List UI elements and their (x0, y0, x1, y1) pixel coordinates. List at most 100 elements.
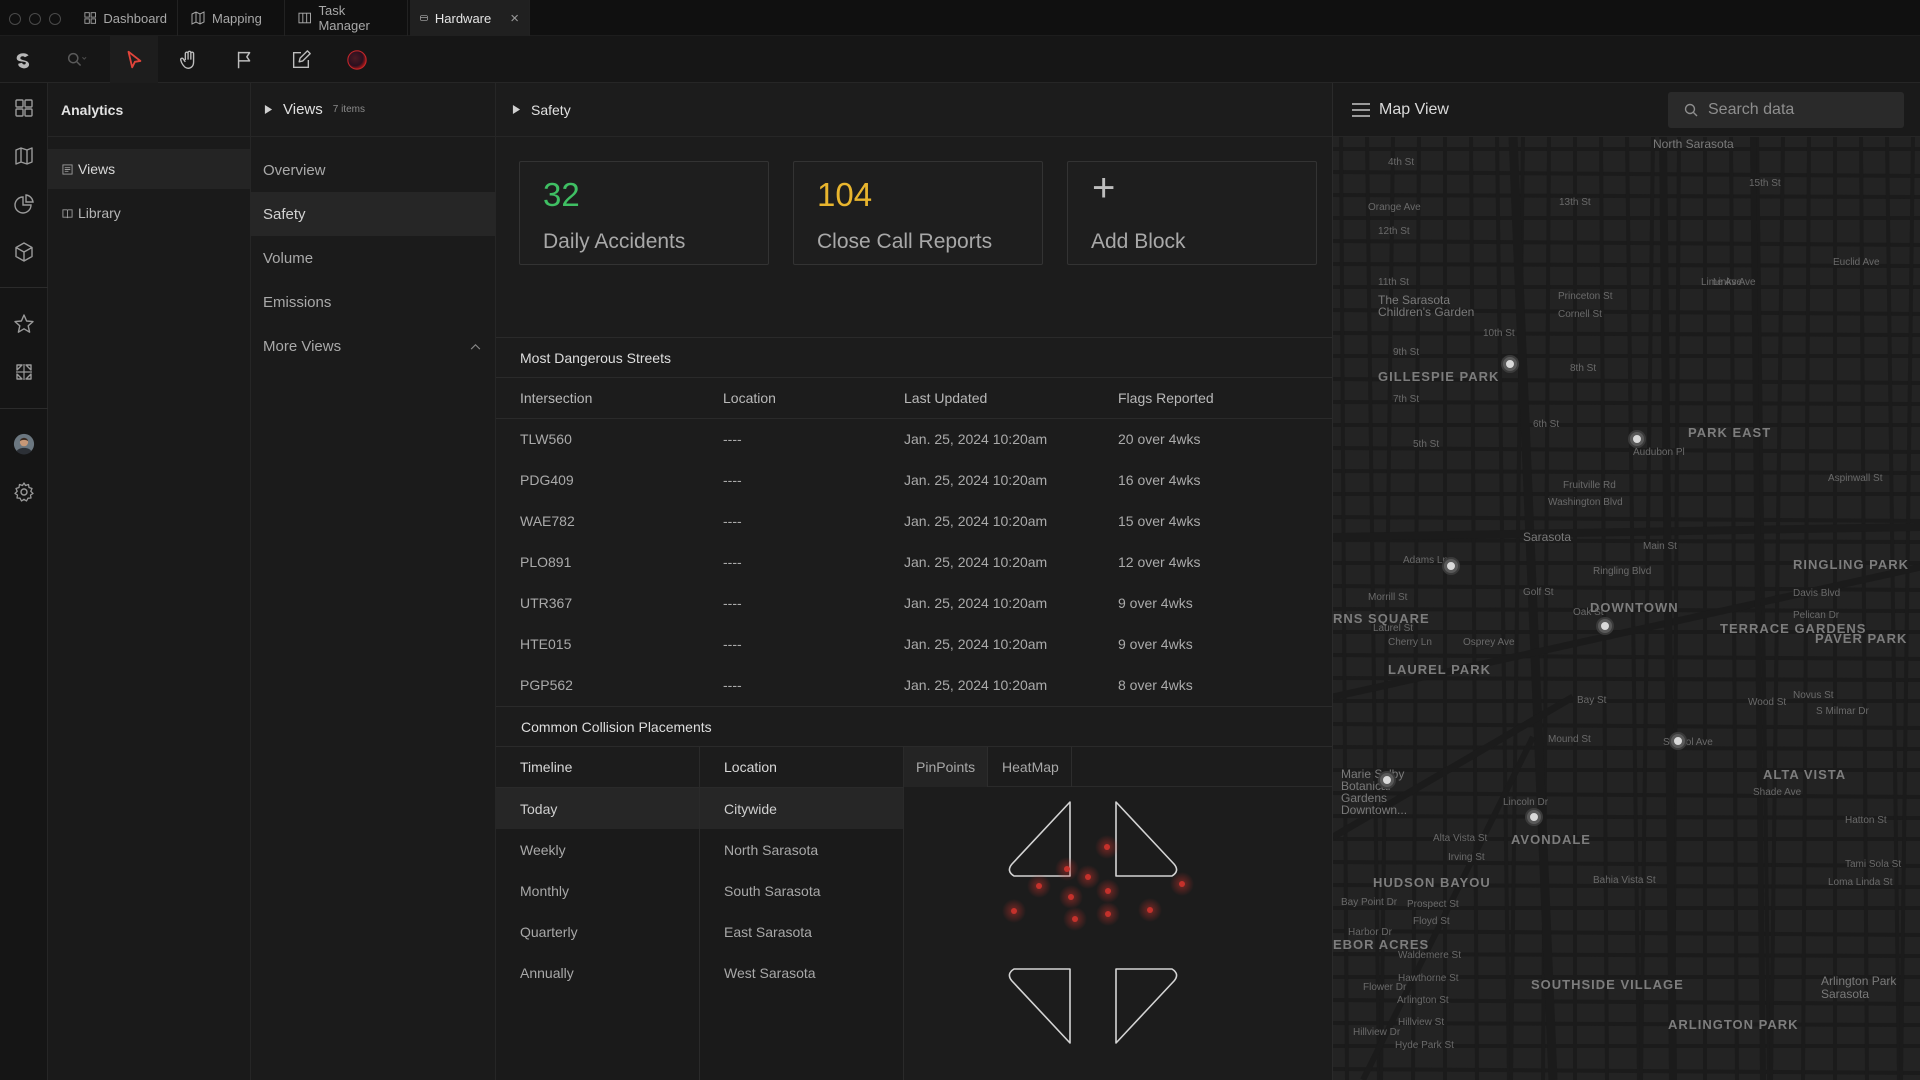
main-header[interactable]: Safety (496, 83, 1332, 137)
timeline-item[interactable]: Weekly (496, 829, 699, 870)
timeline-item[interactable]: Quarterly (496, 911, 699, 952)
rail-analytics[interactable] (0, 184, 48, 224)
caret-right-icon (512, 105, 521, 114)
window-maximize-control[interactable] (49, 13, 61, 25)
timeline-item[interactable]: Annually (496, 952, 699, 993)
analytics-item-views[interactable]: Views (48, 149, 250, 189)
map-icon (15, 147, 33, 165)
tab-mapping[interactable]: Mapping (181, 0, 285, 36)
menu-icon[interactable] (1352, 103, 1370, 117)
location-item[interactable]: East Sarasota (700, 911, 903, 952)
grid-icon (84, 12, 96, 24)
rail-map[interactable] (0, 136, 48, 176)
add-block-button[interactable]: + Add Block (1067, 161, 1317, 265)
mode-toggle: PinPoints HeatMap (904, 747, 1332, 787)
rail-dashboard[interactable] (0, 88, 48, 128)
table-row[interactable]: PDG409 ---- Jan. 25, 2024 10:20am 16 over 4… (496, 460, 1332, 501)
window-minimize-control[interactable] (29, 13, 41, 25)
more-views-toggle[interactable]: More Views (251, 324, 495, 368)
tab-dashboard[interactable]: Dashboard (74, 0, 178, 36)
window-close-control[interactable] (9, 13, 21, 25)
collision-hotspot[interactable] (1068, 894, 1074, 900)
cell-last-updated: Jan. 25, 2024 10:20am (904, 636, 1048, 652)
rail-settings[interactable] (0, 472, 48, 512)
table-row[interactable]: TLW560 ---- Jan. 25, 2024 10:20am 20 over 4… (496, 419, 1332, 460)
table-header: Intersection Location Last Updated Flags… (496, 378, 1332, 419)
table-row[interactable]: HTE015 ---- Jan. 25, 2024 10:20am 9 over 4w… (496, 624, 1332, 665)
stat-card-daily-accidents[interactable]: 32 Daily Accidents (519, 161, 769, 265)
column-header[interactable]: Flags Reported (1118, 390, 1214, 406)
mode-heatmap[interactable]: HeatMap (990, 747, 1072, 787)
views-header[interactable]: Views 7 items (251, 83, 495, 137)
location-item[interactable]: North Sarasota (700, 829, 903, 870)
rail-favorites[interactable] (0, 304, 48, 344)
section-title-text: Common Collision Placements (521, 718, 712, 735)
location-item[interactable]: South Sarasota (700, 870, 903, 911)
collision-hotspot[interactable] (1085, 874, 1091, 880)
map-pin[interactable] (1503, 357, 1517, 371)
search-input[interactable]: Search data (1668, 92, 1904, 128)
timeline-item[interactable]: Monthly (496, 870, 699, 911)
table-row[interactable]: UTR367 ---- Jan. 25, 2024 10:20am 9 over 4w… (496, 583, 1332, 624)
collision-hotspot[interactable] (1104, 844, 1110, 850)
location-label: North Sarasota (724, 841, 819, 858)
mode-pinpoints[interactable]: PinPoints (904, 747, 989, 787)
book-icon (62, 208, 73, 218)
pointer-tool[interactable] (110, 36, 158, 83)
analytics-item-library[interactable]: Library (48, 193, 250, 233)
search-icon (1684, 103, 1698, 117)
view-item-emissions[interactable]: Emissions (251, 280, 495, 324)
map-pin[interactable] (1444, 559, 1458, 573)
map-icon (191, 11, 205, 25)
close-tab-icon[interactable]: × (510, 10, 519, 27)
collision-hotspot[interactable] (1105, 911, 1111, 917)
collision-hotspot[interactable] (1147, 907, 1153, 913)
collision-hotspot[interactable] (1072, 916, 1078, 922)
map-title: Map View (1379, 101, 1449, 118)
add-block-label: Add Block (1091, 230, 1186, 253)
mode-label: HeatMap (1002, 759, 1059, 775)
app-window: Dashboard Mapping Task Manager Hardware … (0, 0, 1920, 1080)
collision-hotspot[interactable] (1179, 881, 1185, 887)
collision-hotspot[interactable] (1105, 888, 1111, 894)
map-pin[interactable] (1630, 432, 1644, 446)
grid-icon (15, 99, 33, 117)
tab-label: Dashboard (103, 10, 167, 26)
collision-hotspot[interactable] (1036, 883, 1042, 889)
collision-hotspot[interactable] (1064, 866, 1070, 872)
view-item-overview[interactable]: Overview (251, 148, 495, 192)
column-header[interactable]: Location (723, 390, 776, 406)
collision-hotspot[interactable] (1011, 908, 1017, 914)
stat-card-close-calls[interactable]: 104 Close Call Reports (793, 161, 1043, 265)
view-label: Overview (263, 161, 326, 179)
map-pin[interactable] (1527, 810, 1541, 824)
rail-layout[interactable] (0, 352, 48, 392)
column-header[interactable]: Last Updated (904, 390, 987, 406)
cell-intersection: PGP562 (520, 677, 573, 693)
star-icon (14, 314, 34, 333)
flag-tool[interactable] (221, 36, 269, 83)
avatar[interactable] (0, 424, 48, 464)
table-row[interactable]: WAE782 ---- Jan. 25, 2024 10:20am 15 over 4… (496, 501, 1332, 542)
table-row[interactable]: PGP562 ---- Jan. 25, 2024 10:20am 8 over 4w… (496, 665, 1332, 706)
location-item[interactable]: West Sarasota (700, 952, 903, 993)
tab-task-manager[interactable]: Task Manager (288, 0, 408, 36)
intersection-diagram (1002, 801, 1194, 1044)
map-pin[interactable] (1671, 734, 1685, 748)
map-pin[interactable] (1598, 619, 1612, 633)
view-item-volume[interactable]: Volume (251, 236, 495, 280)
record-tool[interactable] (333, 36, 381, 83)
timeline-item[interactable]: Today (496, 788, 699, 829)
timeline-header: Timeline (496, 747, 699, 788)
column-header[interactable]: Intersection (520, 390, 592, 406)
table-row[interactable]: PLO891 ---- Jan. 25, 2024 10:20am 12 over 4… (496, 542, 1332, 583)
zoom-tool[interactable] (56, 36, 96, 83)
location-item[interactable]: Citywide (700, 788, 903, 829)
corner-south-west (1008, 968, 1071, 1044)
tab-hardware[interactable]: Hardware × (410, 0, 530, 36)
rail-hardware[interactable] (0, 232, 48, 272)
view-item-safety[interactable]: Safety (251, 192, 495, 236)
edit-tool[interactable] (277, 36, 325, 83)
hand-tool[interactable] (165, 36, 213, 83)
map-pin[interactable] (1380, 773, 1394, 787)
